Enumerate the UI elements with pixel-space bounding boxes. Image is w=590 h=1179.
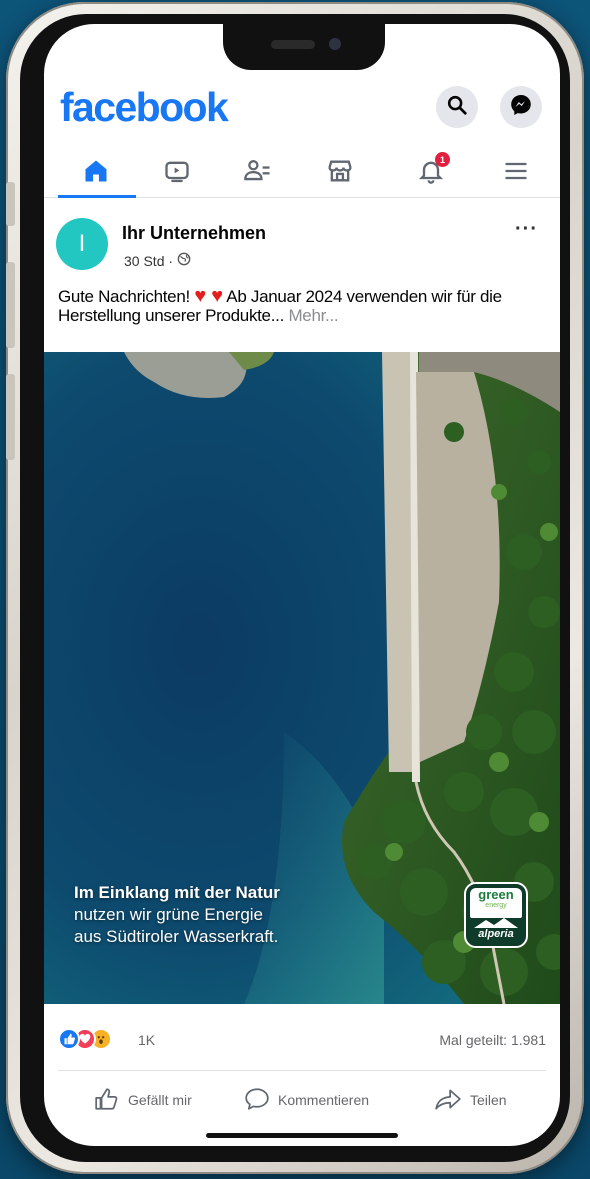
logo-green-text: green	[478, 887, 514, 902]
caption-line-2: nutzen wir grüne Energie	[74, 905, 264, 924]
share-count[interactable]: Mal geteilt: 1.981	[439, 1032, 546, 1048]
tab-notifications[interactable]: 1	[391, 150, 471, 196]
globe-icon	[177, 252, 191, 269]
messenger-icon	[509, 93, 533, 122]
tab-home[interactable]	[56, 150, 136, 196]
speaker	[271, 40, 315, 49]
tab-video[interactable]	[137, 150, 217, 196]
post-timestamp: 30 Std ·	[124, 252, 191, 269]
heart-emoji: ♥ ♥	[194, 285, 223, 307]
divider	[58, 1070, 546, 1071]
alperia-green-energy-logo: green energy alperia	[464, 882, 528, 948]
more-options-button[interactable]: ···	[515, 218, 538, 241]
thumbs-up-icon	[94, 1087, 120, 1114]
reaction-count[interactable]: 1K	[138, 1032, 155, 1048]
notification-badge: 1	[435, 152, 450, 167]
post-time[interactable]: 30 Std ·	[124, 253, 173, 269]
share-label: Teilen	[470, 1092, 507, 1108]
page-name[interactable]: Ihr Unternehmen	[122, 223, 266, 244]
post-text-intro: Gute Nachrichten!	[58, 287, 190, 306]
marketplace-icon	[326, 157, 354, 190]
reactions-bar: 1K Mal geteilt: 1.981	[44, 1024, 560, 1060]
avatar[interactable]: I	[56, 218, 108, 270]
tab-bar: 1	[44, 150, 560, 198]
post-text: Gute Nachrichten! ♥ ♥ Ab Januar 2024 ver…	[58, 285, 552, 325]
search-icon	[446, 94, 468, 121]
search-button[interactable]	[436, 86, 478, 128]
share-button[interactable]: Teilen	[434, 1082, 507, 1118]
comment-icon	[244, 1087, 270, 1114]
messenger-button[interactable]	[500, 86, 542, 128]
caption-line-3: aus Südtiroler Wasserkraft.	[74, 927, 279, 946]
notch	[223, 24, 385, 70]
volume-down-button	[6, 374, 15, 460]
phone-screen: facebook 1 I Ihr Unternehmen 30 Std · ··…	[44, 24, 560, 1146]
logo-energy-text: energy	[485, 902, 507, 909]
home-indicator[interactable]	[206, 1133, 398, 1138]
active-tab-indicator	[58, 195, 136, 198]
home-icon	[82, 157, 110, 190]
mountain-icon	[474, 918, 518, 928]
friends-icon	[243, 157, 273, 190]
like-button[interactable]: Gefällt mir	[94, 1082, 192, 1118]
post-actions: Gefällt mir Kommentieren Teilen	[44, 1082, 560, 1122]
like-reaction-icon	[58, 1028, 80, 1050]
tab-marketplace[interactable]	[300, 150, 380, 196]
front-camera	[329, 38, 341, 50]
app-header: facebook	[44, 84, 560, 140]
logo-brand-text: alperia	[478, 928, 514, 940]
share-icon	[434, 1087, 462, 1114]
see-more-link[interactable]: Mehr...	[288, 306, 338, 325]
volume-up-button	[6, 262, 15, 348]
menu-icon	[502, 157, 530, 190]
like-label: Gefällt mir	[128, 1092, 192, 1108]
tab-menu[interactable]	[476, 150, 556, 196]
side-button	[6, 182, 15, 226]
logo-badge: green energy	[470, 888, 522, 918]
image-caption: Im Einklang mit der Natur nutzen wir grü…	[74, 882, 280, 948]
post-header: I Ihr Unternehmen 30 Std · ···	[44, 214, 560, 276]
comment-button[interactable]: Kommentieren	[244, 1082, 369, 1118]
comment-label: Kommentieren	[278, 1092, 370, 1108]
video-icon	[163, 157, 191, 190]
facebook-logo[interactable]: facebook	[60, 84, 229, 131]
post-image[interactable]: Im Einklang mit der Natur nutzen wir grü…	[44, 352, 560, 1004]
caption-headline: Im Einklang mit der Natur	[74, 883, 280, 902]
tab-friends[interactable]	[218, 150, 298, 196]
